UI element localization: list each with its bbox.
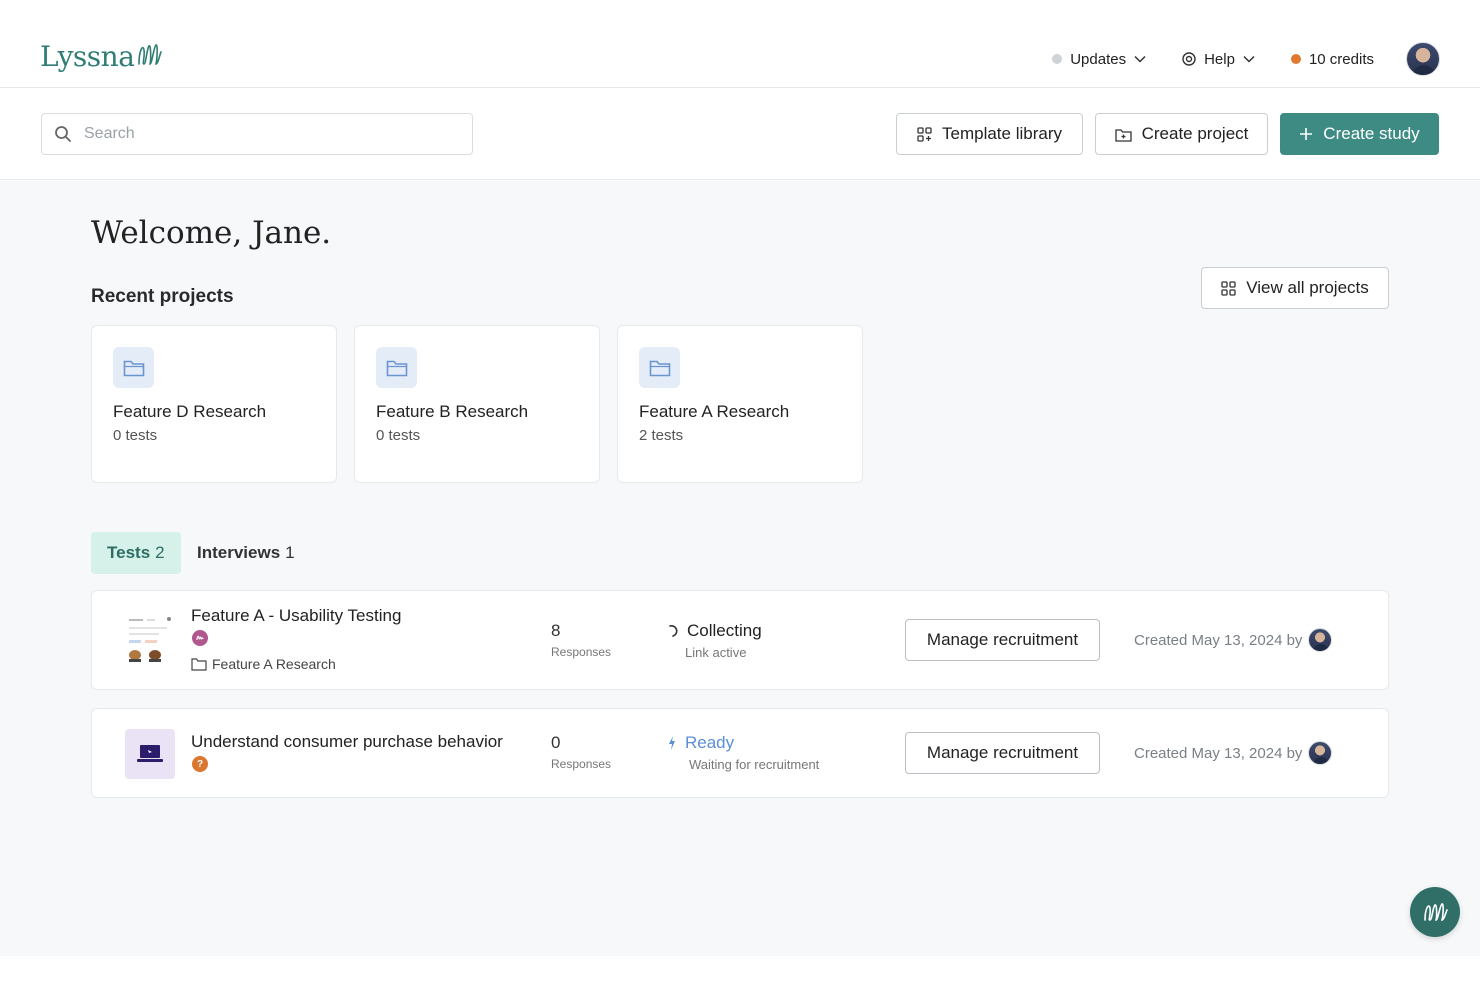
lifebuoy-icon <box>1182 52 1196 66</box>
view-all-projects-label: View all projects <box>1246 278 1369 297</box>
project-test-count: 0 tests <box>376 427 421 444</box>
manage-recruitment-button[interactable]: Manage recruitment <box>905 732 1100 774</box>
study-title: Feature A - Usability Testing <box>191 606 402 625</box>
creator-avatar <box>1308 741 1333 765</box>
tab-tests-count: 2 <box>155 543 165 562</box>
study-row[interactable]: Feature A - Usability Testing Feature A … <box>91 590 1389 690</box>
status-text: Collecting <box>687 621 762 640</box>
action-bar: Template library Create project Create s… <box>0 89 1480 180</box>
manage-recruitment-button[interactable]: Manage recruitment <box>905 619 1100 661</box>
loading-arc-icon <box>669 624 678 637</box>
study-row[interactable]: Understand consumer purchase behavior ? … <box>91 708 1389 798</box>
logo-squiggle-icon <box>138 43 163 65</box>
main-content: Welcome, Jane. Recent projects View all … <box>0 181 1480 956</box>
create-project-button[interactable]: Create project <box>1095 113 1268 155</box>
tab-interviews-count: 1 <box>285 543 295 562</box>
updates-label: Updates <box>1070 50 1127 68</box>
study-project-name: Feature A Research <box>212 656 336 672</box>
create-study-label: Create study <box>1323 124 1420 143</box>
logo-text: Lyssna <box>40 40 135 73</box>
tab-tests[interactable]: Tests 2 <box>91 532 181 574</box>
status-subtext: Waiting for recruitment <box>689 757 820 772</box>
folder-icon <box>113 347 154 388</box>
create-study-button[interactable]: Create study <box>1280 113 1439 155</box>
folder-icon <box>191 658 207 671</box>
tab-interviews-label: Interviews <box>197 543 281 562</box>
study-title: Understand consumer purchase behavior <box>191 732 503 751</box>
folder-plus-icon <box>1114 128 1132 142</box>
status-collecting: Collecting <box>667 621 762 641</box>
project-name: Feature B Research <box>376 402 529 421</box>
recent-projects-title: Recent projects <box>91 286 234 307</box>
project-card[interactable]: Feature A Research 2 tests <box>617 325 863 483</box>
tab-interviews[interactable]: Interviews 1 <box>181 532 311 574</box>
project-test-count: 0 tests <box>113 427 158 444</box>
plus-icon <box>1300 128 1313 140</box>
lyssna-logo[interactable]: Lyssna <box>40 40 163 73</box>
chevron-down-icon <box>1134 55 1146 63</box>
credits-indicator[interactable]: 10 credits <box>1290 50 1374 68</box>
template-library-button[interactable]: Template library <box>896 113 1083 155</box>
study-type-icon: ? <box>192 756 208 772</box>
folder-icon <box>639 347 680 388</box>
updates-menu[interactable]: Updates <box>1052 51 1146 68</box>
study-thumbnail <box>125 613 175 665</box>
create-project-label: Create project <box>1141 124 1249 143</box>
created-text: Created May 13, 2024 by <box>1134 744 1303 762</box>
updates-dot-icon <box>1052 54 1063 64</box>
project-name: Feature A Research <box>639 402 790 421</box>
welcome-heading: Welcome, Jane. <box>91 215 332 251</box>
status-ready: Ready <box>667 733 734 753</box>
credits-dot-icon <box>1290 54 1301 64</box>
user-avatar[interactable] <box>1406 42 1440 76</box>
credits-label: 10 credits <box>1308 50 1374 68</box>
creator-avatar <box>1308 628 1333 652</box>
help-label: Help <box>1204 50 1235 68</box>
project-card[interactable]: Feature D Research 0 tests <box>91 325 337 483</box>
laptop-icon <box>137 745 163 762</box>
template-library-label: Template library <box>942 124 1062 143</box>
response-label: Responses <box>551 645 612 659</box>
chat-button[interactable] <box>1410 887 1460 937</box>
top-header: Lyssna Updates Help 10 credits <box>0 0 1480 88</box>
project-test-count: 2 tests <box>639 427 684 444</box>
response-count: 8 <box>551 621 561 640</box>
project-card[interactable]: Feature B Research 0 tests <box>354 325 600 483</box>
response-label: Responses <box>551 757 612 771</box>
search-input[interactable] <box>84 125 444 143</box>
created-info: Created May 13, 2024 by <box>1134 741 1333 765</box>
folder-icon <box>376 347 417 388</box>
chevron-down-icon <box>1243 55 1255 63</box>
study-project-link[interactable]: Feature A Research <box>191 656 336 672</box>
project-name: Feature D Research <box>113 402 267 421</box>
tab-tests-label: Tests <box>107 543 151 562</box>
search-icon <box>55 126 71 142</box>
top-navigation: Updates Help 10 credits <box>1052 40 1440 78</box>
help-menu[interactable]: Help <box>1182 51 1255 68</box>
status-text: Ready <box>685 733 735 752</box>
template-grid-icon <box>917 126 932 142</box>
study-thumbnail <box>125 729 175 779</box>
created-info: Created May 13, 2024 by <box>1134 628 1333 652</box>
study-type-icon <box>192 630 208 646</box>
search-box <box>41 113 473 155</box>
lyssna-squiggle-icon <box>1424 903 1448 921</box>
status-subtext: Link active <box>685 645 747 660</box>
created-text: Created May 13, 2024 by <box>1134 631 1303 649</box>
grid-icon <box>1221 280 1236 296</box>
view-all-projects-button[interactable]: View all projects <box>1201 267 1389 309</box>
response-count: 0 <box>551 733 561 752</box>
lightning-icon <box>669 736 675 750</box>
